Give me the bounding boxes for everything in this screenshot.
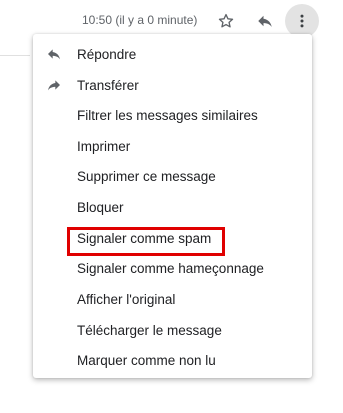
menu-item-filter-similar[interactable]: Filtrer les messages similaires bbox=[33, 100, 312, 130]
menu-item-label: Filtrer les messages similaires bbox=[77, 107, 258, 123]
message-timestamp: 10:50 (il y a 0 minute) bbox=[82, 13, 198, 27]
menu-item-label: Supprimer ce message bbox=[77, 168, 216, 184]
message-options-menu: Répondre Transférer Filtrer les messages… bbox=[33, 34, 312, 378]
menu-item-label: Répondre bbox=[77, 46, 137, 62]
menu-item-label: Signaler comme hameçonnage bbox=[77, 260, 264, 276]
menu-item-label: Bloquer bbox=[77, 199, 124, 215]
menu-item-report-phishing[interactable]: Signaler comme hameçonnage bbox=[33, 253, 312, 283]
menu-item-download[interactable]: Télécharger le message bbox=[33, 315, 312, 345]
menu-item-delete[interactable]: Supprimer ce message bbox=[33, 161, 312, 191]
menu-item-show-original[interactable]: Afficher l'original bbox=[33, 284, 312, 314]
reply-icon bbox=[258, 15, 272, 27]
forward-icon bbox=[46, 77, 62, 93]
menu-item-label: Afficher l'original bbox=[77, 291, 176, 307]
header-divider bbox=[0, 55, 30, 56]
spam-highlight-box bbox=[67, 227, 225, 256]
menu-item-mark-unread[interactable]: Marquer comme non lu bbox=[33, 345, 312, 375]
menu-item-label: Marquer comme non lu bbox=[77, 352, 216, 368]
menu-item-forward[interactable]: Transférer bbox=[33, 70, 312, 100]
menu-item-label: Transférer bbox=[77, 77, 139, 93]
menu-item-label: Imprimer bbox=[77, 138, 131, 154]
menu-item-block[interactable]: Bloquer bbox=[33, 192, 312, 222]
menu-item-reply[interactable]: Répondre bbox=[33, 39, 312, 69]
star-outline-icon bbox=[218, 13, 234, 28]
reply-button[interactable] bbox=[250, 6, 280, 36]
more-options-button[interactable] bbox=[285, 4, 319, 38]
menu-item-label: Télécharger le message bbox=[77, 322, 222, 338]
menu-item-print[interactable]: Imprimer bbox=[33, 131, 312, 161]
star-button[interactable] bbox=[211, 6, 241, 36]
more-vertical-icon bbox=[300, 14, 304, 28]
reply-icon bbox=[46, 46, 62, 62]
